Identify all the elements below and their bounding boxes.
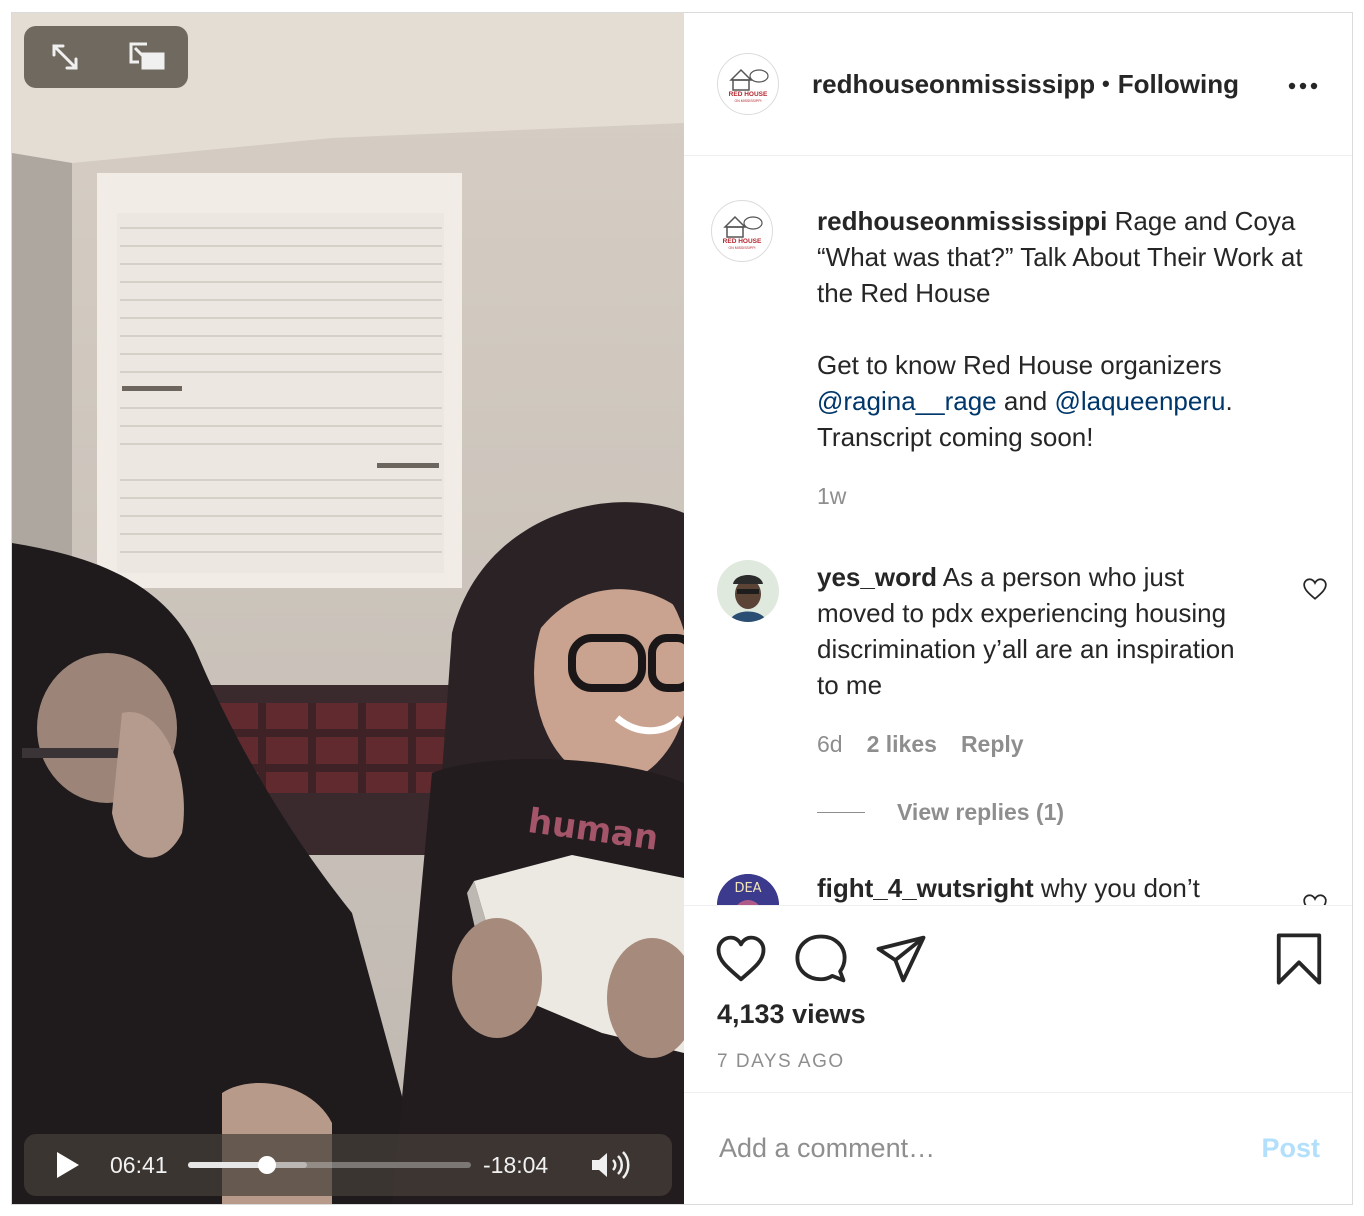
comment-meta: 6d 2 likes Reply (817, 731, 1024, 758)
mention-link[interactable]: @laqueenperu (1054, 386, 1225, 416)
play-icon[interactable] (48, 1145, 88, 1185)
caption-avatar[interactable]: RED HOUSE ON MISSISSIPPI (711, 200, 773, 262)
video-frame: human (12, 13, 684, 1204)
caption-meta: 1w (817, 483, 846, 510)
share-icon[interactable] (874, 932, 928, 986)
video-overlay-controls (24, 26, 188, 88)
svg-text:RED HOUSE: RED HOUSE (729, 91, 768, 98)
caption-username[interactable]: redhouseonmississippi (817, 206, 1107, 236)
comment-body: why you don’t (1033, 873, 1200, 903)
caption-age[interactable]: 1w (817, 483, 846, 510)
video-scrubber[interactable] (188, 1156, 471, 1174)
heart-icon[interactable] (1302, 576, 1328, 602)
svg-text:ON MISSISSIPPI: ON MISSISSIPPI (734, 99, 761, 103)
heart-icon[interactable] (714, 932, 768, 986)
caption: redhouseonmississippi Rage and Coya “Wha… (817, 203, 1337, 455)
views-count[interactable]: 4,133 views (717, 999, 866, 1030)
view-replies-button[interactable]: View replies (1) (817, 799, 1064, 826)
comment-input[interactable] (717, 1132, 1221, 1165)
header-separator: • (1102, 71, 1110, 96)
svg-text:DEA: DEA (734, 881, 761, 896)
avatar[interactable]: RED HOUSE ON MISSISSIPPI (717, 53, 779, 115)
add-comment-form: Post (684, 1093, 1352, 1204)
post-side-panel: RED HOUSE ON MISSISSIPPI redhouseonmissi… (684, 13, 1352, 1204)
post-timestamp[interactable]: 7 DAYS AGO (717, 1051, 845, 1073)
comment-username[interactable]: fight_4_wutsright (817, 873, 1034, 903)
red-house-logo: RED HOUSE ON MISSISSIPPI (723, 215, 763, 250)
comment-text: yes_word As a person who just moved to p… (817, 559, 1257, 703)
caption-body-between: and (996, 386, 1055, 416)
comment-username[interactable]: yes_word (817, 562, 937, 592)
post-actions: 4,133 views 7 DAYS AGO (684, 906, 1352, 1093)
video-control-bar: 06:41 -18:04 (24, 1134, 672, 1196)
view-replies-label: View replies (1) (897, 799, 1065, 825)
svg-text:RED HOUSE: RED HOUSE (723, 238, 762, 245)
comment-icon[interactable] (794, 932, 848, 986)
time-elapsed: 06:41 (110, 1151, 168, 1178)
post-header: RED HOUSE ON MISSISSIPPI redhouseonmissi… (684, 13, 1352, 156)
scrubber-handle[interactable] (258, 1156, 277, 1174)
red-house-logo: RED HOUSE ON MISSISSIPPI (729, 68, 769, 103)
time-remaining: -18:04 (483, 1151, 549, 1178)
mention-link[interactable]: @ragina__rage (817, 386, 997, 416)
comment-text: fight_4_wutsright why you don’t (817, 870, 1257, 905)
picture-in-picture-icon[interactable] (127, 37, 167, 77)
scrubber-progress (188, 1162, 268, 1168)
following-button[interactable]: Following (1118, 69, 1239, 100)
heart-icon[interactable] (1302, 892, 1328, 906)
comment-age[interactable]: 6d (817, 731, 843, 758)
bookmark-icon[interactable] (1272, 932, 1326, 986)
expand-icon[interactable] (45, 37, 85, 77)
reply-button[interactable]: Reply (961, 731, 1024, 758)
volume-icon[interactable] (589, 1145, 635, 1185)
caption-body: Get to know Red House organizers (817, 350, 1222, 380)
commenter-avatar[interactable]: DEA (717, 874, 779, 905)
comments-list[interactable]: RED HOUSE ON MISSISSIPPI redhouseonmissi… (684, 156, 1352, 906)
header-username[interactable]: redhouseonmississippi (812, 69, 1094, 100)
more-icon[interactable] (1286, 69, 1320, 103)
post-modal: human 06:41 -18:04 RED HOUSE ON MISSISSI… (11, 12, 1353, 1205)
svg-text:ON MISSISSIPPI: ON MISSISSIPPI (728, 246, 755, 250)
video-player[interactable]: human 06:41 -18:04 (12, 13, 684, 1204)
post-comment-button[interactable]: Post (1261, 1133, 1320, 1164)
comment-likes[interactable]: 2 likes (867, 731, 937, 758)
replies-divider (817, 812, 865, 813)
commenter-avatar[interactable] (717, 560, 779, 622)
